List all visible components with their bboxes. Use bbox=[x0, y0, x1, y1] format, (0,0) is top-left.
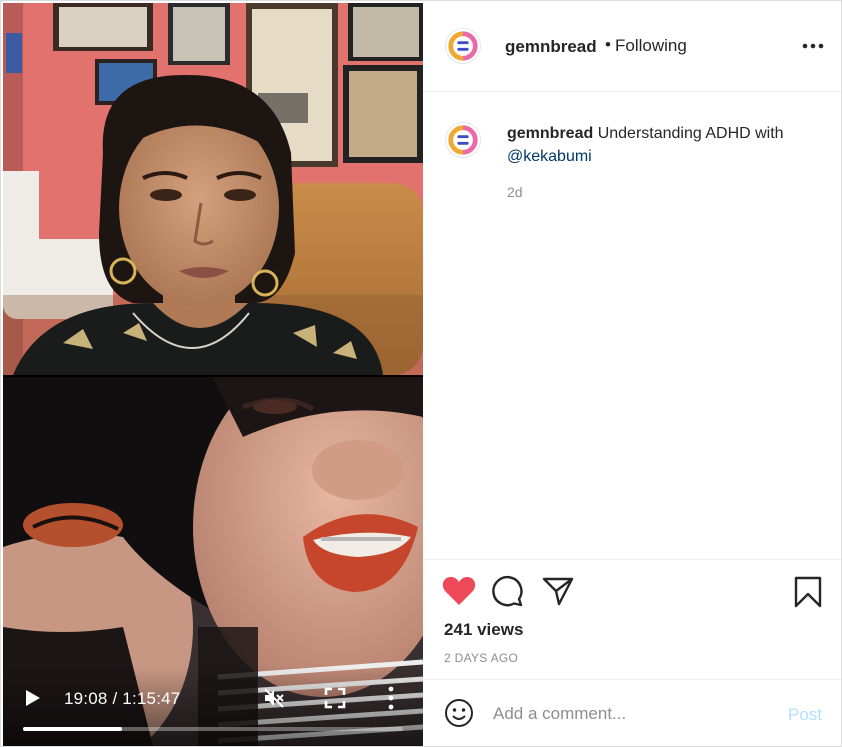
video-controls: 19:08 / 1:15:47 bbox=[3, 666, 423, 746]
video-time: 19:08 / 1:15:47 bbox=[64, 689, 181, 708]
caption-avatar[interactable] bbox=[445, 122, 481, 158]
comment-input[interactable] bbox=[493, 701, 763, 727]
view-count[interactable]: 241 views bbox=[444, 620, 523, 640]
caption-text: Understanding ADHD with bbox=[597, 125, 784, 142]
video-progress-bar[interactable] bbox=[23, 727, 403, 731]
post-button[interactable]: Post bbox=[788, 705, 822, 725]
play-icon[interactable] bbox=[25, 689, 41, 707]
video-participant-top bbox=[3, 3, 423, 375]
header-username[interactable]: gemnbread bbox=[505, 37, 597, 57]
fullscreen-icon[interactable] bbox=[324, 687, 346, 709]
video-player[interactable]: 19:08 / 1:15:47 bbox=[3, 3, 423, 746]
post-date[interactable]: 2 DAYS AGO bbox=[444, 651, 518, 665]
post-window: 19:08 / 1:15:47 gemnbread • Following ge… bbox=[0, 0, 842, 747]
post-actions: 241 views 2 DAYS AGO bbox=[423, 559, 841, 680]
vertical-dots-icon[interactable] bbox=[386, 685, 396, 711]
horizontal-dots-icon[interactable] bbox=[801, 41, 825, 51]
heart-icon[interactable] bbox=[442, 575, 476, 607]
video-progress-fill bbox=[23, 727, 122, 731]
emoji-icon[interactable] bbox=[444, 698, 474, 728]
post-details-panel: gemnbread • Following gemnbread Understa… bbox=[423, 1, 841, 746]
caption-mention-link[interactable]: @kekabumi bbox=[507, 148, 592, 165]
post-caption: gemnbread Understanding ADHD with @kekab… bbox=[507, 122, 817, 168]
profile-avatar[interactable] bbox=[445, 28, 481, 64]
caption-time-ago[interactable]: 2d bbox=[507, 184, 523, 200]
following-button[interactable]: Following bbox=[615, 36, 687, 56]
bookmark-icon[interactable] bbox=[794, 576, 822, 608]
header-separator: • bbox=[605, 35, 611, 54]
caption-username[interactable]: gemnbread bbox=[507, 125, 593, 142]
share-icon[interactable] bbox=[542, 575, 574, 607]
mute-icon[interactable] bbox=[262, 686, 286, 710]
comment-bar: Post bbox=[423, 679, 841, 746]
comment-icon[interactable] bbox=[492, 575, 524, 607]
post-header: gemnbread • Following bbox=[423, 1, 841, 92]
